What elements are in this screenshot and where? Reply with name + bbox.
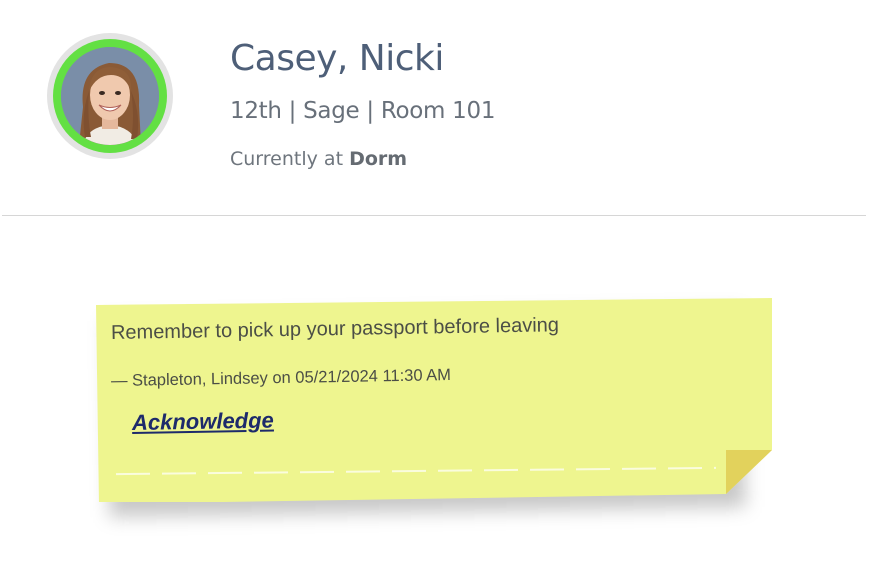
note-texture [116, 466, 716, 476]
student-photo [61, 47, 159, 145]
header-divider [2, 215, 866, 216]
sticky-note: Remember to pick up your passport before… [96, 298, 772, 517]
student-details: 12th | Sage | Room 101 [230, 98, 496, 124]
location-value: Dorm [349, 148, 408, 170]
acknowledge-link[interactable]: Acknowledge [132, 408, 274, 436]
student-page: Casey, Nicki 12th | Sage | Room 101 Curr… [0, 0, 870, 570]
status-ring [53, 39, 167, 153]
student-location: Currently at Dorm [230, 148, 407, 170]
location-prefix: Currently at [230, 148, 350, 170]
avatar [47, 33, 173, 159]
student-name: Casey, Nicki [230, 38, 444, 79]
